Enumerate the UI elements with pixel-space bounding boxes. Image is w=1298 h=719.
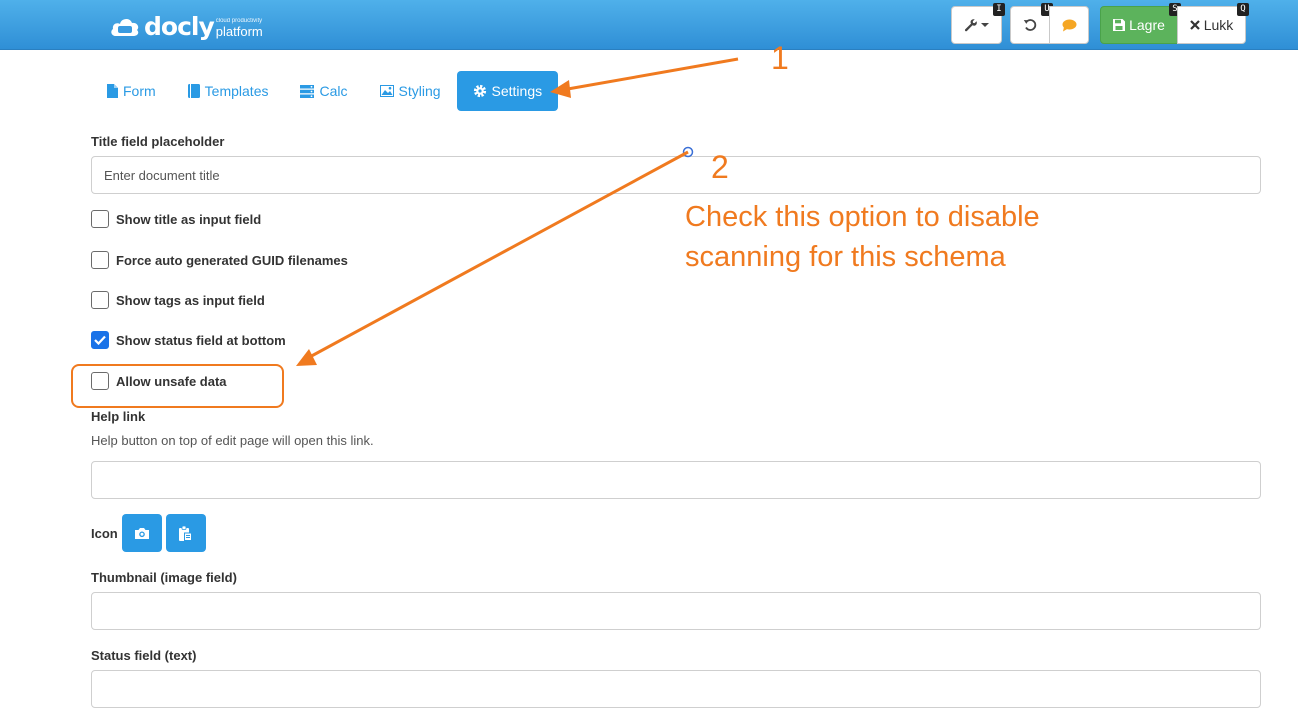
annotation-arrows [296,57,739,366]
arrow-head-checkbox [296,349,317,366]
arrow-to-checkbox [305,150,689,361]
arrow-to-settings [561,57,739,92]
arrow-head-settings [550,80,571,98]
step-2-number: 2 [711,149,729,185]
annotation-note: Check this option to disable scanning fo… [685,201,1040,273]
step-1-number: 1 [771,40,789,76]
